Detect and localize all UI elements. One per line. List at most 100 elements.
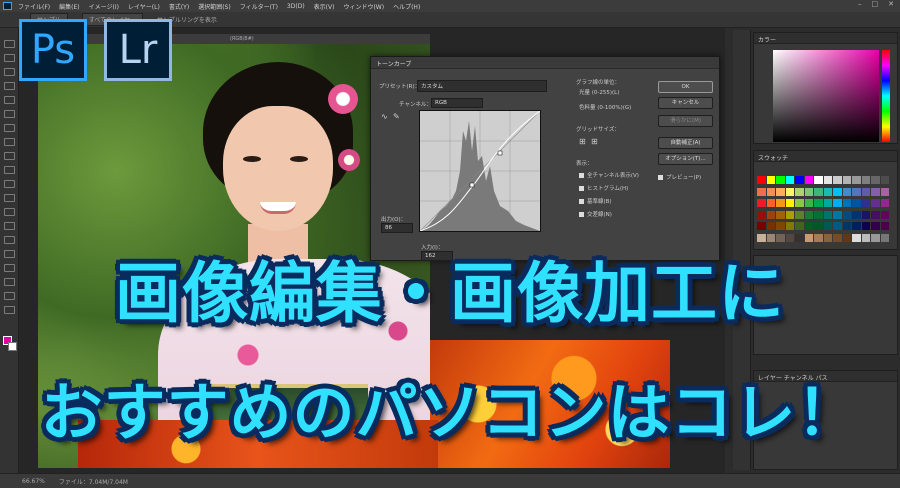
menu-select[interactable]: 選択範囲(S) xyxy=(198,2,231,11)
color-swatch[interactable] xyxy=(861,199,870,207)
grid-large-icon[interactable]: ⊞ xyxy=(591,137,598,146)
quick-select-tool-icon[interactable] xyxy=(4,82,15,90)
color-swatch[interactable] xyxy=(795,187,804,196)
color-swatch[interactable] xyxy=(766,176,775,184)
menu-filter[interactable]: フィルター(T) xyxy=(240,2,278,11)
grid-small-icon[interactable]: ⊞ xyxy=(579,137,586,146)
color-swatch[interactable] xyxy=(785,210,794,219)
auto-button[interactable]: 自動補正(A) xyxy=(658,137,713,149)
history-brush-tool-icon[interactable] xyxy=(4,166,15,174)
color-swatch[interactable] xyxy=(795,210,804,219)
color-swatch[interactable] xyxy=(814,210,823,219)
options-button[interactable]: オプション(T)... xyxy=(658,153,713,165)
color-swatch[interactable] xyxy=(776,176,785,184)
color-swatch[interactable] xyxy=(842,222,851,230)
color-swatch[interactable] xyxy=(795,176,804,184)
move-tool-icon[interactable] xyxy=(4,40,15,48)
color-swatch[interactable] xyxy=(757,187,766,196)
blur-tool-icon[interactable] xyxy=(4,208,15,216)
color-swatch[interactable] xyxy=(861,222,870,230)
dodge-tool-icon[interactable] xyxy=(4,222,15,230)
menu-help[interactable]: ヘルプ(H) xyxy=(393,2,420,11)
color-swatch[interactable] xyxy=(814,222,823,230)
color-swatch[interactable] xyxy=(842,210,851,219)
zoom-level[interactable]: 66.67% xyxy=(22,478,45,485)
background-color-swatch[interactable] xyxy=(8,342,17,351)
show-all-channels-checkbox[interactable]: 全チャンネル表示(V) xyxy=(579,171,639,179)
smooth-button[interactable]: 滑らかに(M) xyxy=(658,115,713,127)
ok-button[interactable]: OK xyxy=(658,81,713,93)
stamp-tool-icon[interactable] xyxy=(4,152,15,160)
color-swatch[interactable] xyxy=(861,176,870,184)
menu-type[interactable]: 書式(Y) xyxy=(169,2,189,11)
color-swatch[interactable] xyxy=(814,187,823,196)
document-tab[interactable]: (RGB/8#) xyxy=(30,34,430,44)
color-swatch[interactable] xyxy=(804,176,813,184)
color-swatch[interactable] xyxy=(833,210,842,219)
color-swatch[interactable] xyxy=(785,176,794,184)
color-swatch[interactable] xyxy=(814,176,823,184)
curves-graph[interactable] xyxy=(419,110,541,232)
crop-tool-icon[interactable] xyxy=(4,96,15,104)
color-swatch[interactable] xyxy=(861,187,870,196)
color-swatch[interactable] xyxy=(795,222,804,230)
maximize-icon[interactable]: □ xyxy=(872,0,879,8)
color-swatch[interactable] xyxy=(776,199,785,207)
color-swatch[interactable] xyxy=(880,176,889,184)
color-swatch[interactable] xyxy=(823,187,832,196)
color-swatch[interactable] xyxy=(823,176,832,184)
menu-3d[interactable]: 3D(D) xyxy=(287,3,305,10)
curve-edit-icon[interactable]: ∿ xyxy=(381,112,388,121)
color-swatch[interactable] xyxy=(766,199,775,207)
menu-edit[interactable]: 編集(E) xyxy=(59,2,79,11)
color-swatch[interactable] xyxy=(833,176,842,184)
pencil-icon[interactable]: ✎ xyxy=(393,112,400,121)
color-swatch[interactable] xyxy=(785,199,794,207)
color-swatch[interactable] xyxy=(823,199,832,207)
swatch-grid[interactable] xyxy=(757,176,889,244)
color-swatch[interactable] xyxy=(766,187,775,196)
menu-view[interactable]: 表示(V) xyxy=(314,2,335,11)
color-swatch[interactable] xyxy=(776,187,785,196)
unit-ink-radio[interactable]: 色料量 (0-100%)(G) xyxy=(579,103,631,111)
color-swatch[interactable] xyxy=(871,222,880,230)
cancel-button[interactable]: キャンセル xyxy=(658,97,713,109)
color-swatch[interactable] xyxy=(852,199,861,207)
eyedropper-tool-icon[interactable] xyxy=(4,110,15,118)
lasso-tool-icon[interactable] xyxy=(4,68,15,76)
color-swatch[interactable] xyxy=(766,222,775,230)
color-swatch[interactable] xyxy=(833,187,842,196)
color-swatch[interactable] xyxy=(880,210,889,219)
color-swatch[interactable] xyxy=(823,210,832,219)
color-swatch[interactable] xyxy=(861,210,870,219)
color-panel-title[interactable]: カラー xyxy=(754,33,897,44)
menu-window[interactable]: ウィンドウ(W) xyxy=(343,2,384,11)
color-swatch[interactable] xyxy=(880,199,889,207)
color-swatch[interactable] xyxy=(852,210,861,219)
color-swatch[interactable] xyxy=(871,199,880,207)
color-swatch[interactable] xyxy=(776,222,785,230)
show-histogram-checkbox[interactable]: ヒストグラム(H) xyxy=(579,184,628,192)
curve-point-1[interactable] xyxy=(469,182,475,188)
color-picker-field[interactable] xyxy=(773,50,879,142)
channel-select[interactable]: RGB xyxy=(431,98,483,108)
color-swatch[interactable] xyxy=(871,187,880,196)
color-swatch[interactable] xyxy=(804,222,813,230)
preset-select[interactable]: カスタム xyxy=(417,80,547,92)
color-swatch[interactable] xyxy=(871,176,880,184)
color-swatch[interactable] xyxy=(833,199,842,207)
hue-slider[interactable] xyxy=(882,50,890,142)
color-swatch[interactable] xyxy=(823,222,832,230)
color-swatch[interactable] xyxy=(785,222,794,230)
color-swatch[interactable] xyxy=(880,187,889,196)
unit-light-radio[interactable]: 光量 (0-255)(L) xyxy=(579,88,619,96)
color-swatch[interactable] xyxy=(842,199,851,207)
output-field[interactable]: 86 xyxy=(381,223,413,233)
color-swatch[interactable] xyxy=(766,210,775,219)
brush-tool-icon[interactable] xyxy=(4,138,15,146)
menu-image[interactable]: イメージ(I) xyxy=(89,2,119,11)
color-swatch[interactable] xyxy=(795,199,804,207)
color-swatch[interactable] xyxy=(871,210,880,219)
color-swatch[interactable] xyxy=(804,199,813,207)
curve-point-2[interactable] xyxy=(497,150,503,156)
